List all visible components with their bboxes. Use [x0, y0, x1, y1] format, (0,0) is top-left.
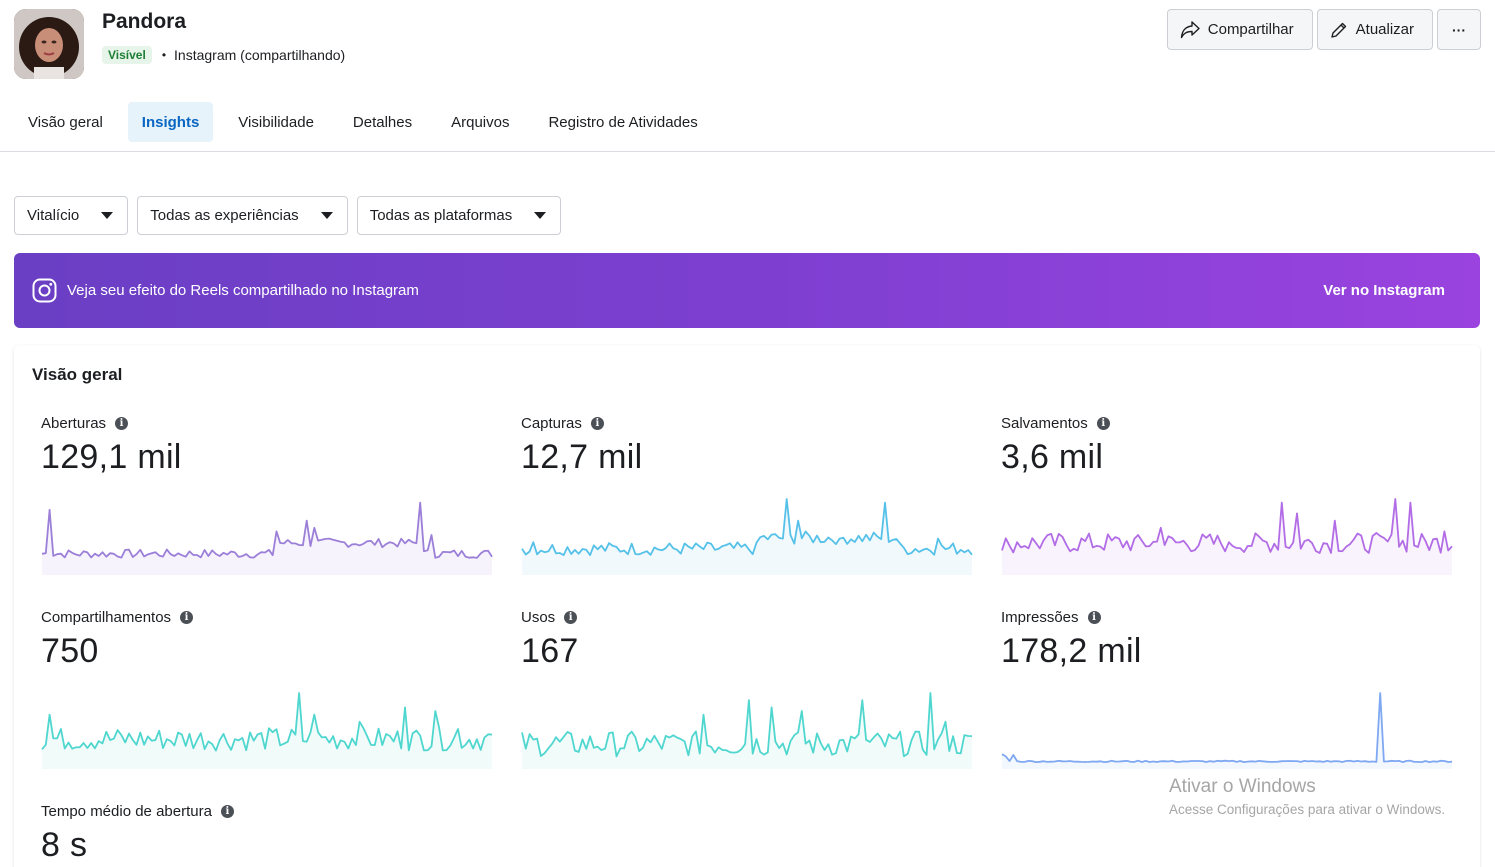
effect-avatar	[14, 9, 84, 79]
info-icon[interactable]: i	[180, 611, 194, 624]
metric-label: Usos	[521, 609, 556, 626]
metric-value: 129,1 mil	[41, 438, 182, 476]
captures-sparkline	[521, 498, 973, 575]
metric-value: 178,2 mil	[1001, 632, 1142, 670]
metric-label: Tempo médio de abertura	[41, 803, 212, 820]
tab-files[interactable]: Arquivos	[437, 102, 523, 142]
share-label: Compartilhar	[1207, 21, 1294, 38]
instagram-banner: Veja seu efeito do Reels compartilhado n…	[14, 253, 1480, 328]
metric-label: Compartilhamentos	[41, 609, 172, 626]
metric-avg-open-time: Tempo médio de abertura i 8 s	[41, 803, 496, 865]
status-badge: Visível	[102, 46, 152, 64]
metric-impressions: Impressões i 178,2 mil	[1001, 609, 1456, 769]
windows-activation-watermark: Ativar o Windows Acesse Configurações pa…	[1169, 776, 1445, 817]
effect-tabs: Visão geral Insights Visibilidade Detalh…	[14, 102, 723, 142]
share-button[interactable]: Compartilhar	[1166, 9, 1313, 50]
more-icon: ···	[1452, 21, 1466, 38]
sparkline-line	[521, 498, 973, 556]
separator-dot: •	[161, 48, 167, 62]
info-icon[interactable]: i	[1096, 417, 1110, 430]
saves-sparkline	[1001, 498, 1453, 575]
opens-sparkline	[41, 501, 493, 575]
update-label: Atualizar	[1355, 21, 1414, 38]
period-dropdown[interactable]: Vitalício	[14, 196, 129, 235]
uses-sparkline	[521, 692, 973, 769]
pencil-icon	[1330, 22, 1346, 38]
period-value: Vitalício	[27, 207, 80, 224]
metric-value: 12,7 mil	[521, 438, 643, 476]
info-icon[interactable]: i	[115, 417, 129, 430]
sparkline-area	[42, 693, 492, 769]
tab-details[interactable]: Detalhes	[339, 102, 426, 142]
caret-down-icon	[534, 212, 547, 219]
more-options-button[interactable]: ···	[1437, 9, 1481, 50]
metric-label: Salvamentos	[1001, 415, 1088, 432]
metric-label: Impressões	[1001, 609, 1079, 626]
banner-text: Veja seu efeito do Reels compartilhado n…	[67, 282, 419, 299]
watermark-title: Ativar o Windows	[1169, 776, 1316, 797]
caret-down-icon	[320, 212, 333, 219]
experiences-value: Todas as experiências	[150, 207, 299, 224]
sparkline-line	[1001, 692, 1453, 763]
share-icon	[1180, 20, 1200, 38]
update-button[interactable]: Atualizar	[1316, 9, 1433, 50]
tab-overview[interactable]: Visão geral	[14, 102, 117, 142]
platforms-dropdown[interactable]: Todas as plataformas	[356, 196, 562, 235]
overview-title: Visão geral	[32, 365, 123, 384]
sparkline-area	[1002, 499, 1452, 575]
shares-sparkline	[41, 692, 493, 769]
info-icon[interactable]: i	[1087, 611, 1101, 624]
metric-value: 750	[41, 632, 99, 670]
info-icon[interactable]: i	[564, 611, 578, 624]
effect-subtitle: Visível • Instagram (compartilhando)	[102, 46, 345, 64]
sparkline-area	[42, 502, 492, 575]
watermark-subtitle: Acesse Configurações para ativar o Windo…	[1169, 802, 1446, 817]
header-actions: Compartilhar Atualizar ···	[1166, 9, 1481, 50]
metric-value: 167	[521, 632, 579, 670]
metric-label: Capturas	[521, 415, 582, 432]
platforms-value: Todas as plataformas	[369, 207, 513, 224]
view-on-instagram-link[interactable]: Ver no Instagram	[1323, 282, 1445, 299]
metric-value: 3,6 mil	[1001, 438, 1104, 476]
metric-uses: Usos i 167	[521, 609, 976, 769]
metric-shares: Compartilhamentos i 750	[41, 609, 496, 769]
insights-filters: Vitalício Todas as experiências Todas as…	[14, 196, 562, 235]
effect-title: Pandora	[102, 10, 187, 33]
effect-header: Pandora Visível • Instagram (compartilha…	[0, 0, 1495, 96]
info-icon[interactable]: i	[220, 805, 234, 818]
platform-text: Instagram (compartilhando)	[174, 47, 346, 63]
metric-label: Aberturas	[41, 415, 107, 432]
instagram-icon	[32, 278, 57, 303]
metric-value: 8 s	[41, 826, 88, 864]
tabs-divider	[0, 151, 1495, 152]
metric-opens: Aberturas i 129,1 mil	[41, 415, 496, 575]
tab-activity-log[interactable]: Registro de Atividades	[534, 102, 711, 142]
sparkline-line	[41, 501, 493, 559]
metric-saves: Salvamentos i 3,6 mil	[1001, 415, 1456, 575]
tab-visibility[interactable]: Visibilidade	[224, 102, 328, 142]
caret-down-icon	[101, 212, 114, 219]
metric-captures: Capturas i 12,7 mil	[521, 415, 976, 575]
experiences-dropdown[interactable]: Todas as experiências	[137, 196, 348, 235]
impressions-sparkline	[1001, 692, 1453, 769]
tab-insights[interactable]: Insights	[127, 102, 214, 142]
sparkline-area	[522, 499, 972, 575]
info-icon[interactable]: i	[590, 417, 604, 430]
